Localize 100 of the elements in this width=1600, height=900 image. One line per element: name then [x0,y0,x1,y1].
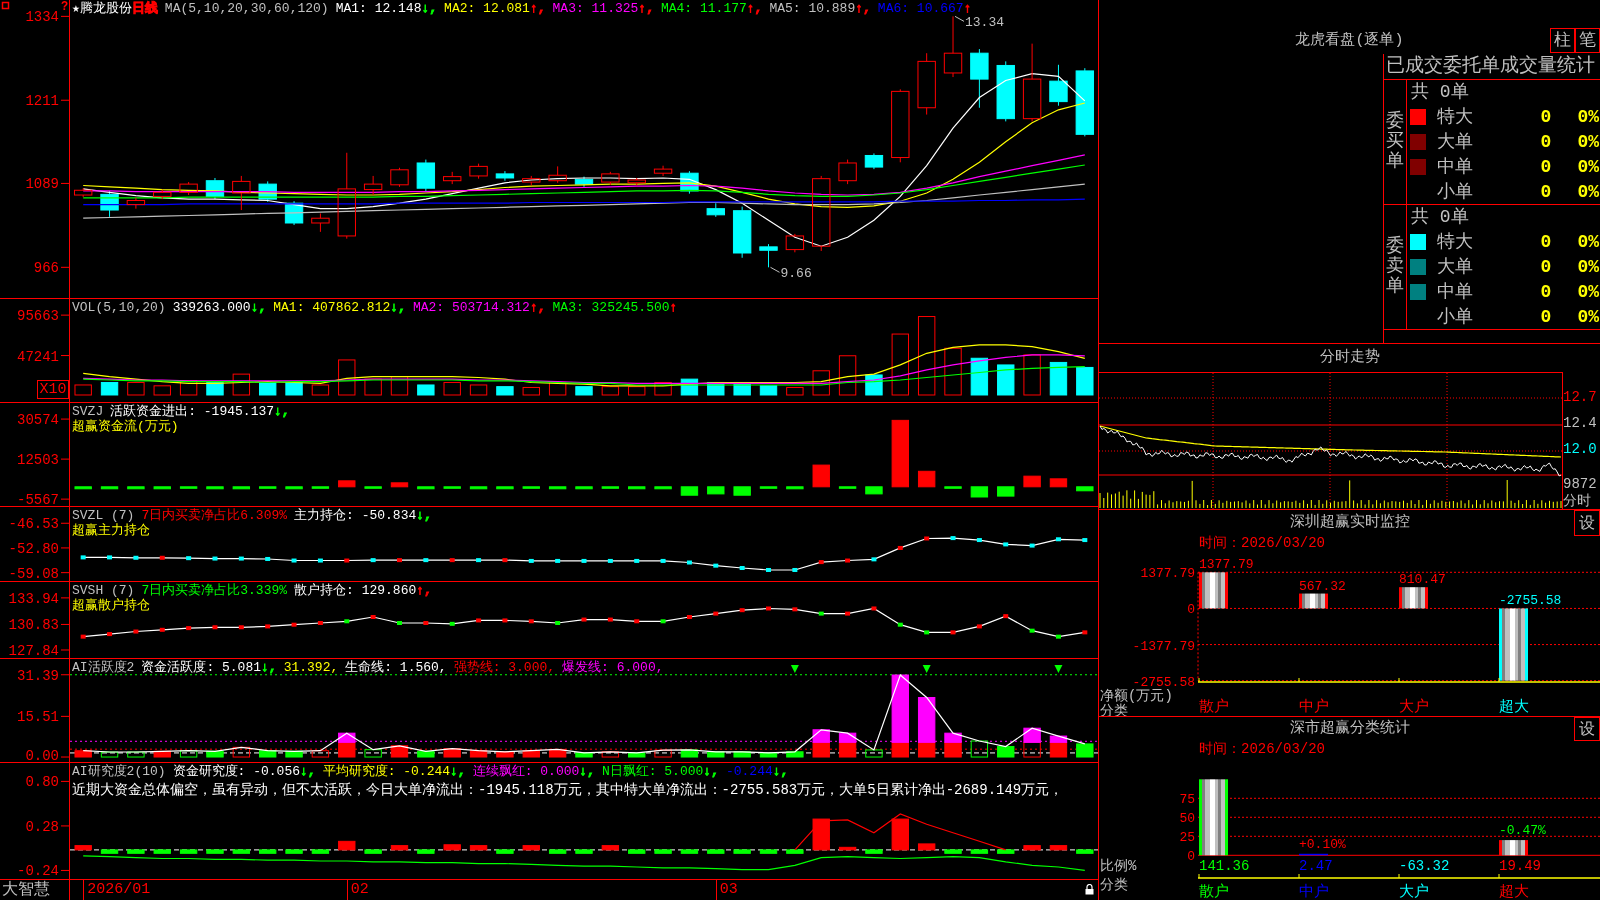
research-bar [654,849,672,854]
axis-label: 1334 [25,9,59,26]
view-toggle-button[interactable]: 柱 [1550,28,1575,53]
research-bar [496,849,514,854]
data-point [976,538,982,543]
change-label: -0.47% [1499,823,1546,839]
legend-text: MA3: 11.325 [552,1,639,16]
legend-text: -0.244 [725,764,773,779]
date-label: 2026/01 [83,880,151,900]
fund-flow-bar [311,486,330,489]
data-point [1003,542,1009,547]
legend-text: 31.392, [283,660,339,675]
leader-line [770,266,780,273]
order-size-label: 中单 [1437,280,1473,303]
data-point [528,619,534,624]
fund-flow-bar [812,464,830,488]
data-point [766,606,771,611]
research-bar [838,846,857,851]
research-bar [74,845,92,851]
fund-flow-bar [707,486,725,495]
data-point [555,621,561,625]
data-point [792,607,798,612]
data-point [581,558,587,563]
panel-title: 深市超赢分类统计 [1289,719,1410,739]
axis-label: -52.80 [8,540,59,557]
axis-label: 30574 [17,412,59,429]
fund-flow-bar [1076,486,1094,492]
research-bar [232,849,251,854]
figure-label: -63.32 [1399,858,1450,874]
axis-label: -2755.58 [1132,674,1195,690]
research-bar [364,849,382,854]
candle [653,165,673,177]
data-point [739,566,745,570]
legend-text: ↓, [300,764,316,779]
section-label: 委卖单 [1386,237,1404,297]
research-bar [417,849,435,854]
research-bar [443,844,461,851]
order-count: 0 [1540,230,1552,253]
legend-text: ↑, [746,1,763,16]
axis-label: 0.00 [25,748,59,762]
data-point [634,619,640,624]
fund-flow-bar [74,486,92,490]
candle [627,177,646,186]
research-bar [786,849,804,854]
fund-flow-bar [417,486,435,490]
data-point [1029,543,1035,548]
legend-text: 强势线: 3.000, [453,660,556,675]
bar [1399,587,1428,609]
date-label: 02 [346,880,369,900]
legend-text: ↓, [261,660,277,675]
research-bar [548,849,567,854]
legend-text: MA5: 10.889 [769,1,856,16]
data-point [739,608,745,613]
legend-text: MA1: 12.148 [335,1,422,16]
fund-flow-bar [838,486,857,489]
category-label: 散户 [1199,699,1229,716]
candle [416,159,436,192]
fund-flow-bar [891,419,909,488]
fund-flow-bar [522,486,540,489]
research-bar [1049,845,1068,851]
settings-button[interactable]: 设 [1574,717,1600,741]
candle [996,60,1015,122]
fund-flow-bar [654,486,672,490]
legend-text: MA4: 11.177 [660,1,747,16]
research-bar [970,849,989,854]
legend-text: ↑, [529,300,546,315]
candle [785,233,805,253]
research-bar [997,849,1015,854]
order-size-label: 大单 [1437,130,1473,153]
data-point [1082,630,1088,635]
research-bar [707,849,725,854]
category-label: 大户 [1399,699,1429,716]
legend-text: 连续飘红: 0.000 [472,764,580,779]
candle [258,180,277,203]
data-point [528,558,534,563]
legend-text: MA2: 12.081 [444,1,530,16]
order-count: 0 [1540,255,1552,278]
order-share: 0% [1577,130,1599,153]
settings-button[interactable]: 设 [1574,510,1600,536]
legend-text: 7日内买卖净占比3.339% [141,583,288,598]
candle [970,48,989,109]
axis-label: 25 [1179,830,1195,846]
order-count: 0 [1540,180,1552,203]
research-bar [390,845,409,851]
section-label: 委买单 [1386,112,1404,172]
legend-text: 资金研究度: -0.056 [172,764,301,779]
data-point [476,558,482,563]
bar [1199,572,1228,609]
data-point [423,558,429,563]
legend-text: ↑, [638,1,654,16]
view-toggle-button[interactable]: 笔 [1575,28,1600,53]
research-bar [628,849,646,854]
order-share: 0% [1577,105,1599,128]
candle [943,15,963,78]
fund-flow-bar [259,486,277,489]
axis-title: 比例% [1100,858,1137,874]
data-point [397,621,402,625]
legend-text: ↑ [669,300,678,315]
lock-icon[interactable] [1085,884,1094,895]
fund-flow-bar [680,486,699,496]
